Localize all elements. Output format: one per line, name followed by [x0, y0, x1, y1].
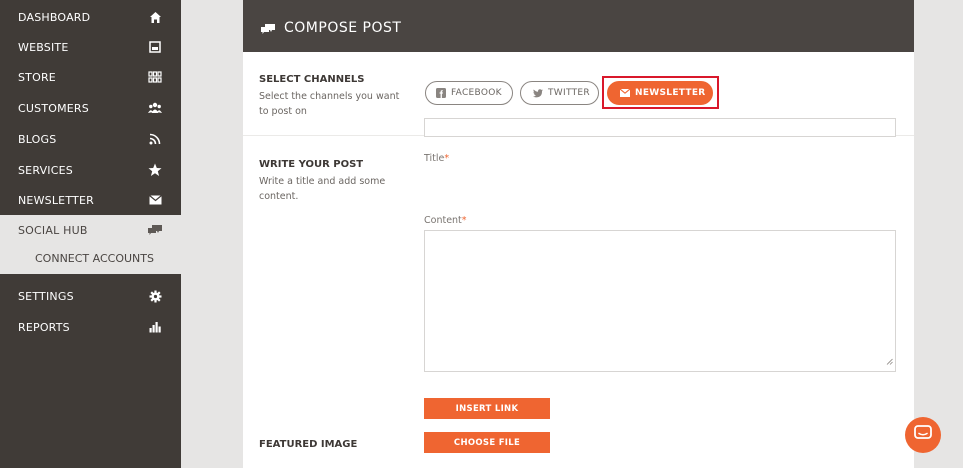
- twitter-icon: [533, 88, 543, 98]
- sidebar-item-settings[interactable]: SETTINGS: [0, 281, 181, 311]
- chat-icon: [914, 425, 932, 445]
- channel-label: FACEBOOK: [451, 88, 502, 98]
- panel-header: COMPOSE POST: [243, 0, 914, 52]
- facebook-icon: [436, 88, 446, 98]
- sidebar-item-social-hub[interactable]: SOCIAL HUB: [0, 215, 181, 245]
- content-label-text: Content: [424, 215, 462, 226]
- sidebar-item-store[interactable]: STORE: [0, 62, 181, 92]
- gear-icon: [147, 288, 163, 304]
- insert-link-button[interactable]: INSERT LINK: [424, 398, 550, 419]
- bar-chart-icon: [147, 319, 163, 335]
- sidebar-item-label: BLOGS: [18, 132, 57, 146]
- resize-grip-icon[interactable]: [886, 350, 893, 369]
- choose-file-button[interactable]: CHOOSE FILE: [424, 432, 550, 453]
- select-channels-title: SELECT CHANNELS: [259, 74, 365, 85]
- users-icon: [147, 100, 163, 116]
- select-channels-description: Select the channels you want to post on: [259, 91, 400, 117]
- content-textarea[interactable]: [424, 230, 896, 372]
- sidebar-item-label: WEBSITE: [18, 40, 69, 54]
- sidebar-item-label: CUSTOMERS: [18, 101, 89, 115]
- sidebar-item-label: SERVICES: [18, 163, 73, 177]
- chat-bubbles-icon: [147, 222, 163, 238]
- home-icon: [147, 9, 163, 25]
- star-icon: [147, 162, 163, 178]
- sidebar-item-label: NEWSLETTER: [18, 193, 94, 207]
- compose-post-panel: COMPOSE POST SELECT CHANNELS Select the …: [243, 0, 914, 468]
- required-mark: *: [444, 153, 450, 164]
- sidebar-subitem-label: CONNECT ACCOUNTS: [35, 252, 154, 265]
- store-icon: [147, 69, 163, 85]
- sidebar: DASHBOARD WEBSITE STORE CUSTOMERS BLOGS …: [0, 0, 181, 468]
- sidebar-item-label: DASHBOARD: [18, 10, 91, 24]
- chat-launcher-button[interactable]: [905, 417, 941, 453]
- title-label-text: Title: [424, 153, 445, 164]
- rss-icon: [147, 131, 163, 147]
- envelope-icon: [147, 192, 163, 208]
- sidebar-item-label: SOCIAL HUB: [18, 223, 88, 237]
- sidebar-item-services[interactable]: SERVICES: [0, 155, 181, 185]
- page-title: COMPOSE POST: [284, 20, 402, 36]
- content-field-label: Content*: [424, 215, 467, 226]
- channel-facebook-button[interactable]: FACEBOOK: [425, 81, 513, 105]
- monitor-icon: [147, 39, 163, 55]
- sidebar-item-customers[interactable]: CUSTOMERS: [0, 93, 181, 123]
- channel-twitter-button[interactable]: TWITTER: [520, 81, 599, 105]
- sidebar-item-website[interactable]: WEBSITE: [0, 32, 181, 62]
- title-field-label: Title*: [424, 153, 449, 164]
- sidebar-item-label: REPORTS: [18, 320, 70, 334]
- sidebar-item-label: STORE: [18, 70, 56, 84]
- selection-highlight: [602, 76, 719, 109]
- channel-label: TWITTER: [548, 88, 590, 98]
- sidebar-item-blogs[interactable]: BLOGS: [0, 124, 181, 154]
- chat-bubbles-icon: [260, 20, 276, 39]
- sidebar-item-label: SETTINGS: [18, 289, 74, 303]
- required-mark: *: [461, 215, 467, 226]
- sidebar-item-dashboard[interactable]: DASHBOARD: [0, 2, 181, 32]
- write-post-description: Write a title and add some content.: [259, 176, 386, 202]
- sidebar-subitem-connect-accounts[interactable]: CONNECT ACCOUNTS: [0, 244, 181, 274]
- sidebar-item-newsletter[interactable]: NEWSLETTER: [0, 185, 181, 215]
- featured-image-title: FEATURED IMAGE: [259, 439, 358, 450]
- sidebar-item-reports[interactable]: REPORTS: [0, 312, 181, 342]
- title-input[interactable]: [424, 118, 896, 137]
- write-post-title: WRITE YOUR POST: [259, 159, 364, 170]
